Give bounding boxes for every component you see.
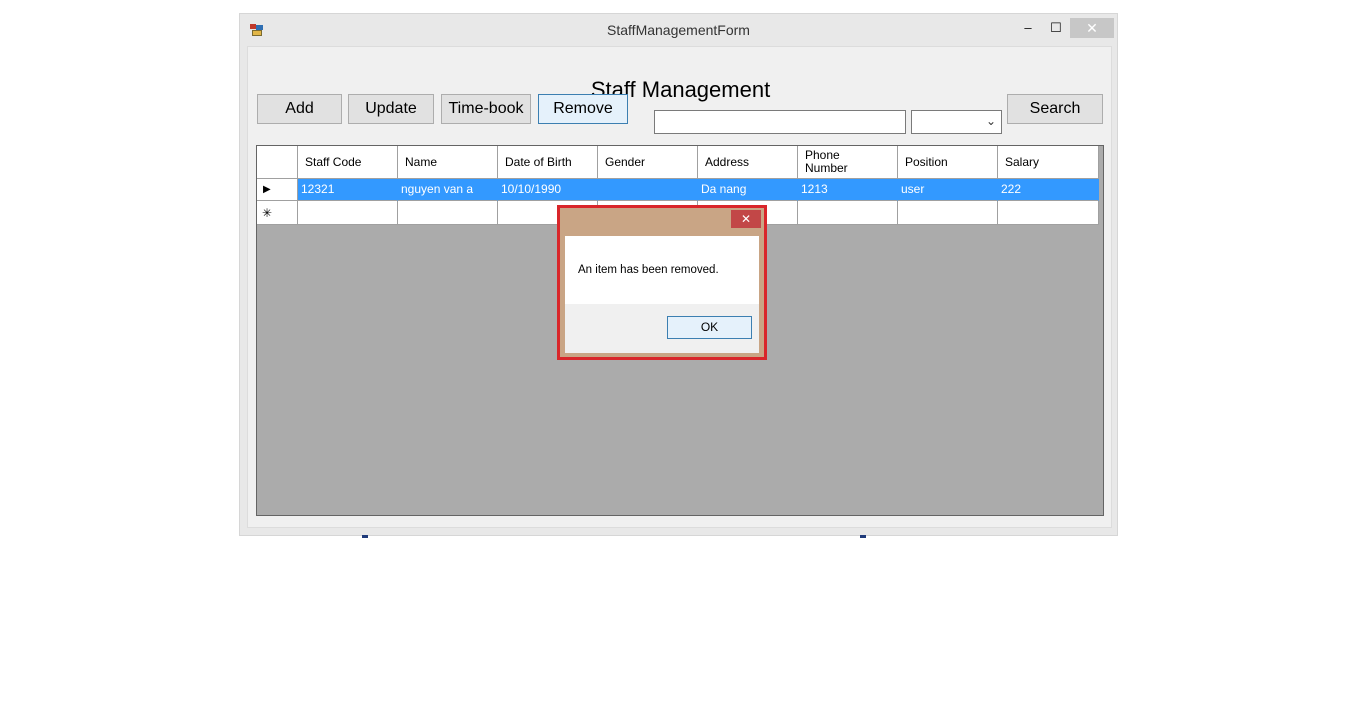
search-input[interactable] (654, 110, 906, 134)
new-row-cell[interactable] (298, 201, 398, 225)
window-title: StaffManagementForm (607, 22, 750, 38)
dialog-close-button[interactable]: ✕ (731, 210, 761, 228)
new-row-cell[interactable] (898, 201, 998, 225)
column-header-staff-code[interactable]: Staff Code (298, 146, 398, 179)
message-dialog: ✕ An item has been removed. OK (557, 205, 767, 360)
table-cell[interactable]: 12321 (298, 179, 398, 201)
title-bar[interactable]: StaffManagementForm – ☐ ✕ (240, 14, 1117, 46)
table-cell[interactable]: nguyen van a (398, 179, 498, 201)
row-header-current[interactable]: ▶ (257, 179, 298, 201)
new-row-cell[interactable] (798, 201, 898, 225)
background-fragment (860, 535, 866, 538)
search-button[interactable]: Search (1007, 94, 1103, 124)
update-button[interactable]: Update (348, 94, 434, 124)
table-cell[interactable]: Da nang (698, 179, 798, 201)
new-row-cell[interactable] (398, 201, 498, 225)
minimize-icon[interactable]: – (1016, 18, 1040, 38)
dialog-footer: OK (565, 304, 759, 353)
remove-button[interactable]: Remove (538, 94, 628, 124)
column-header-phone-number[interactable]: Phone Number (798, 146, 898, 179)
table-cell[interactable]: 222 (998, 179, 1099, 201)
table-cell[interactable] (598, 179, 698, 201)
column-header-address[interactable]: Address (698, 146, 798, 179)
grid-corner-header[interactable] (257, 146, 298, 179)
add-button[interactable]: Add (257, 94, 342, 124)
column-header-date-of-birth[interactable]: Date of Birth (498, 146, 598, 179)
chevron-down-icon: ⌄ (985, 114, 996, 128)
row-header-new[interactable]: ✳ (257, 201, 298, 225)
maximize-icon[interactable]: ☐ (1044, 18, 1068, 38)
dialog-body: An item has been removed. (565, 236, 759, 304)
filter-dropdown[interactable]: ⌄ (911, 110, 1002, 134)
dialog-message: An item has been removed. (578, 264, 719, 276)
column-header-salary[interactable]: Salary (998, 146, 1099, 179)
table-cell[interactable]: 10/10/1990 (498, 179, 598, 201)
column-header-position[interactable]: Position (898, 146, 998, 179)
background-fragment (362, 535, 368, 538)
ok-button[interactable]: OK (667, 316, 752, 339)
column-header-name[interactable]: Name (398, 146, 498, 179)
close-window-button[interactable]: ✕ (1070, 18, 1114, 38)
column-header-gender[interactable]: Gender (598, 146, 698, 179)
new-row-cell[interactable] (998, 201, 1099, 225)
table-cell[interactable]: 1213 (798, 179, 898, 201)
table-cell[interactable]: user (898, 179, 998, 201)
timebook-button[interactable]: Time-book (441, 94, 531, 124)
